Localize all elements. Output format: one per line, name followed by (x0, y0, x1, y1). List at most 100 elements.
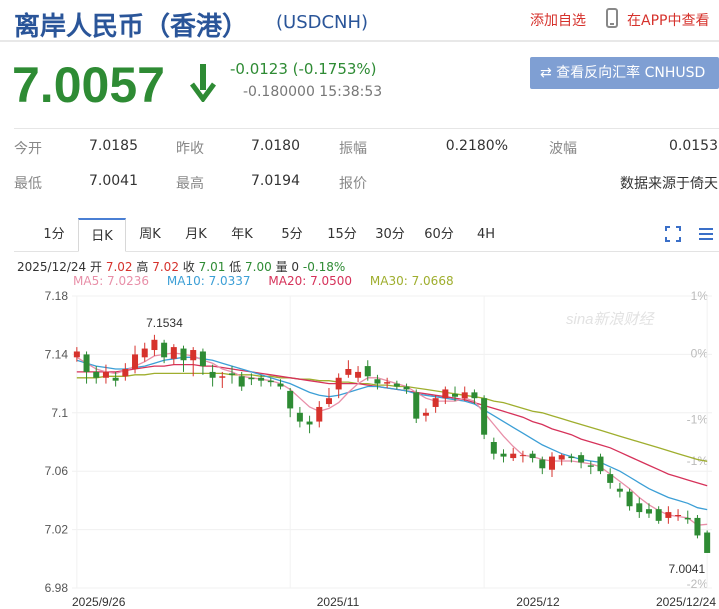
candle-body (248, 377, 255, 380)
candle-body (228, 373, 236, 375)
candle-body (384, 382, 391, 384)
candle-body (122, 369, 129, 377)
low-value: 7.0041 (89, 173, 138, 189)
x-tick-label: 2025/12 (516, 595, 560, 609)
menu-icon[interactable] (698, 226, 714, 242)
pct-tick-label: -1% (687, 413, 709, 427)
volatility-value: 0.0153 (669, 138, 718, 154)
candle-body (461, 392, 468, 399)
ohlc-low: 7.00 (245, 260, 272, 274)
candle-body (519, 455, 526, 457)
ma30-legend: MA30: 7.0668 (369, 274, 454, 288)
candle-body (132, 354, 139, 369)
candle-body (616, 488, 623, 492)
candle-body (161, 342, 168, 358)
ticker-code: (USDCNH) (276, 12, 369, 33)
ohlc-high-label: 高 (136, 260, 149, 274)
candle-body (665, 512, 672, 518)
down-arrow-icon (190, 64, 216, 102)
candle-body (548, 456, 556, 470)
candle-body (675, 515, 682, 516)
y-tick-label: 7.14 (45, 347, 69, 361)
ohlc-vol-label: 量 (275, 260, 288, 274)
y-tick-label: 7.02 (45, 523, 69, 537)
ohlc-vol: 0 (291, 260, 300, 274)
candle-body (258, 377, 265, 381)
candle-body (442, 389, 449, 399)
candle-body (345, 369, 352, 375)
x-tick-label: 2025/11 (317, 595, 360, 609)
candle-body (393, 383, 400, 387)
fullscreen-icon[interactable] (665, 226, 681, 242)
ohlc-open-label: 开 (90, 260, 103, 274)
ma10-legend: MA10: 7.0337 (166, 274, 251, 288)
ohlc-close: 7.01 (198, 260, 226, 274)
stats-divider (14, 128, 719, 129)
candle-body (636, 503, 643, 513)
tab-5min[interactable]: 5分 (272, 218, 312, 252)
ohlc-info: 2025/12/24 开 7.02 高 7.02 收 7.01 低 7.00 量… (17, 258, 345, 275)
tab-4h[interactable]: 4H (466, 218, 506, 252)
quote-label: 报价 (339, 176, 367, 192)
ohlc-open: 7.02 (105, 260, 133, 274)
tab-daily[interactable]: 日K (78, 218, 126, 252)
data-source: 数据来源于倚天 (620, 176, 718, 192)
candle-body (597, 456, 604, 472)
candle-body (287, 390, 294, 409)
tab-yearly[interactable]: 年K (222, 218, 262, 252)
candle-body (684, 517, 691, 520)
y-tick-label: 7.18 (45, 289, 69, 303)
candle-body (355, 371, 362, 378)
candle-body (267, 380, 274, 383)
tab-weekly[interactable]: 周K (130, 218, 170, 252)
candle-body (180, 348, 187, 361)
ohlc-high: 7.02 (152, 260, 179, 274)
candle-body (83, 354, 90, 372)
candle-body (73, 351, 80, 358)
candle-body (102, 371, 109, 378)
pct-tick-label: -2% (687, 577, 709, 591)
candle-body (413, 392, 420, 419)
candle-body (587, 465, 594, 467)
reverse-rate-button[interactable]: ⇄ 查看反向汇率 CNHUSD (530, 57, 719, 89)
prev-close-value: 7.0180 (251, 138, 300, 154)
candle-body (335, 377, 342, 390)
price-subinfo: -0.180000 15:38:53 (243, 84, 383, 100)
candle-body (199, 351, 206, 367)
tab-15min[interactable]: 15分 (320, 218, 364, 252)
min-price-label: 7.0041 (668, 562, 705, 576)
candle-body (432, 398, 439, 407)
tab-30min[interactable]: 30分 (368, 218, 412, 252)
tab-monthly[interactable]: 月K (176, 218, 216, 252)
candle-body (452, 393, 459, 397)
candle-body (471, 392, 478, 399)
low-label: 最低 (14, 176, 42, 192)
candle-body (704, 532, 711, 553)
candle-body (422, 412, 429, 416)
candle-body (539, 459, 546, 469)
current-price: 7.0057 (12, 57, 165, 113)
kline-chart[interactable]: 7.187.147.17.067.026.981%0%-1%-1%-2%2025… (0, 288, 719, 609)
y-tick-label: 6.98 (45, 581, 69, 595)
phone-icon (606, 8, 618, 28)
candle-body (655, 509, 662, 521)
add-watchlist-link[interactable]: 添加自选 (530, 10, 586, 30)
tab-60min[interactable]: 60分 (417, 218, 461, 252)
candle-body (151, 339, 158, 351)
open-value: 7.0185 (89, 138, 138, 154)
amplitude-label: 振幅 (339, 141, 367, 157)
max-price-label: 7.1534 (146, 316, 183, 330)
ma30-line (76, 372, 708, 462)
tab-1min[interactable]: 1分 (34, 218, 74, 252)
candle-body (510, 453, 517, 459)
pct-tick-label: 1% (691, 289, 709, 303)
view-in-app-link[interactable]: 在APP中查看 (627, 10, 709, 30)
candle-body (364, 366, 371, 377)
pct-tick-label: 0% (691, 347, 709, 361)
page-header: 离岸人民币（香港） (USDCNH) 添加自选 在APP中查看 (0, 0, 719, 44)
candle-body (190, 350, 197, 361)
candle-body (219, 376, 226, 378)
candle-body (325, 398, 332, 405)
candle-body (403, 386, 410, 390)
ma20-legend: MA20: 7.0500 (268, 274, 353, 288)
